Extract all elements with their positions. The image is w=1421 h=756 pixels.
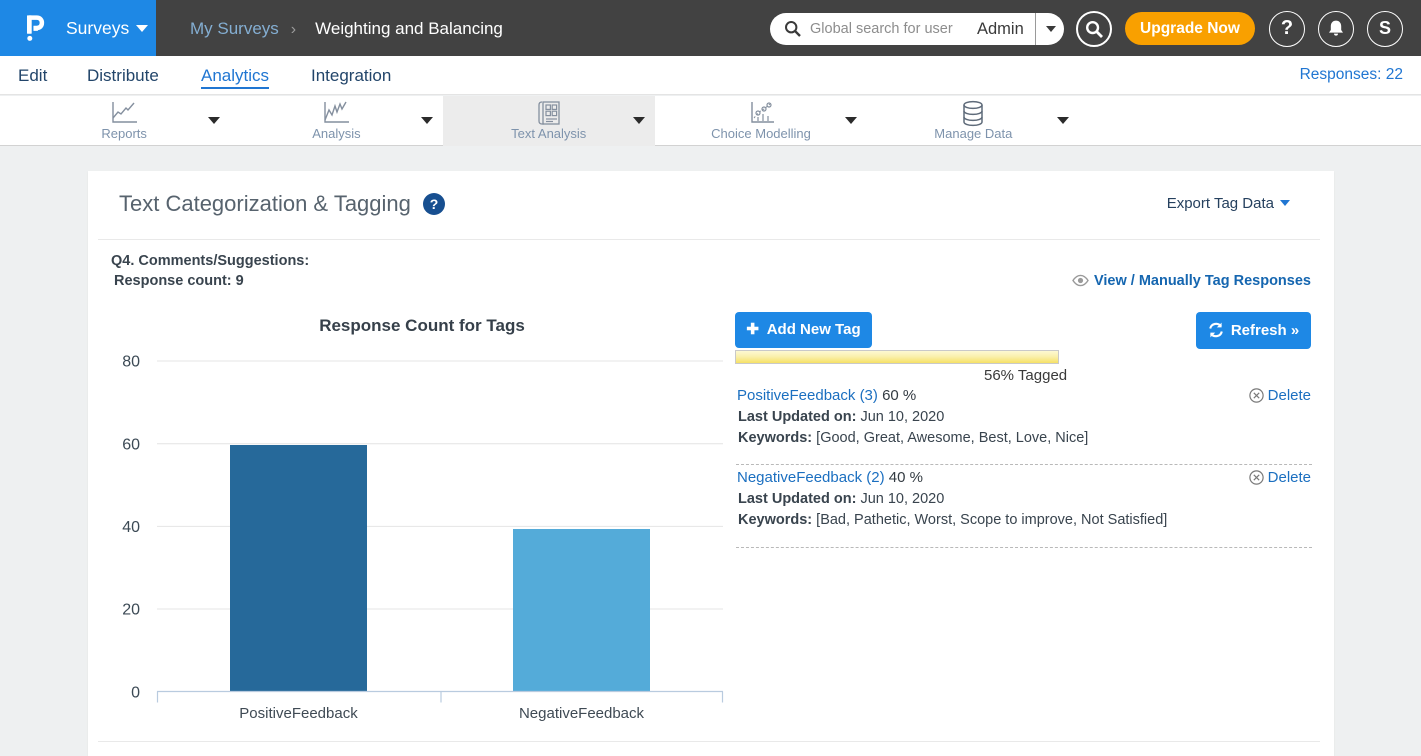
svg-text:20: 20 xyxy=(122,602,140,619)
svg-text:80: 80 xyxy=(122,354,140,371)
svg-text:0: 0 xyxy=(131,685,140,702)
svg-text:Response Count for Tags: Response Count for Tags xyxy=(319,316,525,335)
svg-text:40: 40 xyxy=(122,519,140,536)
svg-text:NegativeFeedback: NegativeFeedback xyxy=(519,705,645,722)
svg-text:60: 60 xyxy=(122,436,140,453)
svg-text:PositiveFeedback: PositiveFeedback xyxy=(239,705,358,722)
